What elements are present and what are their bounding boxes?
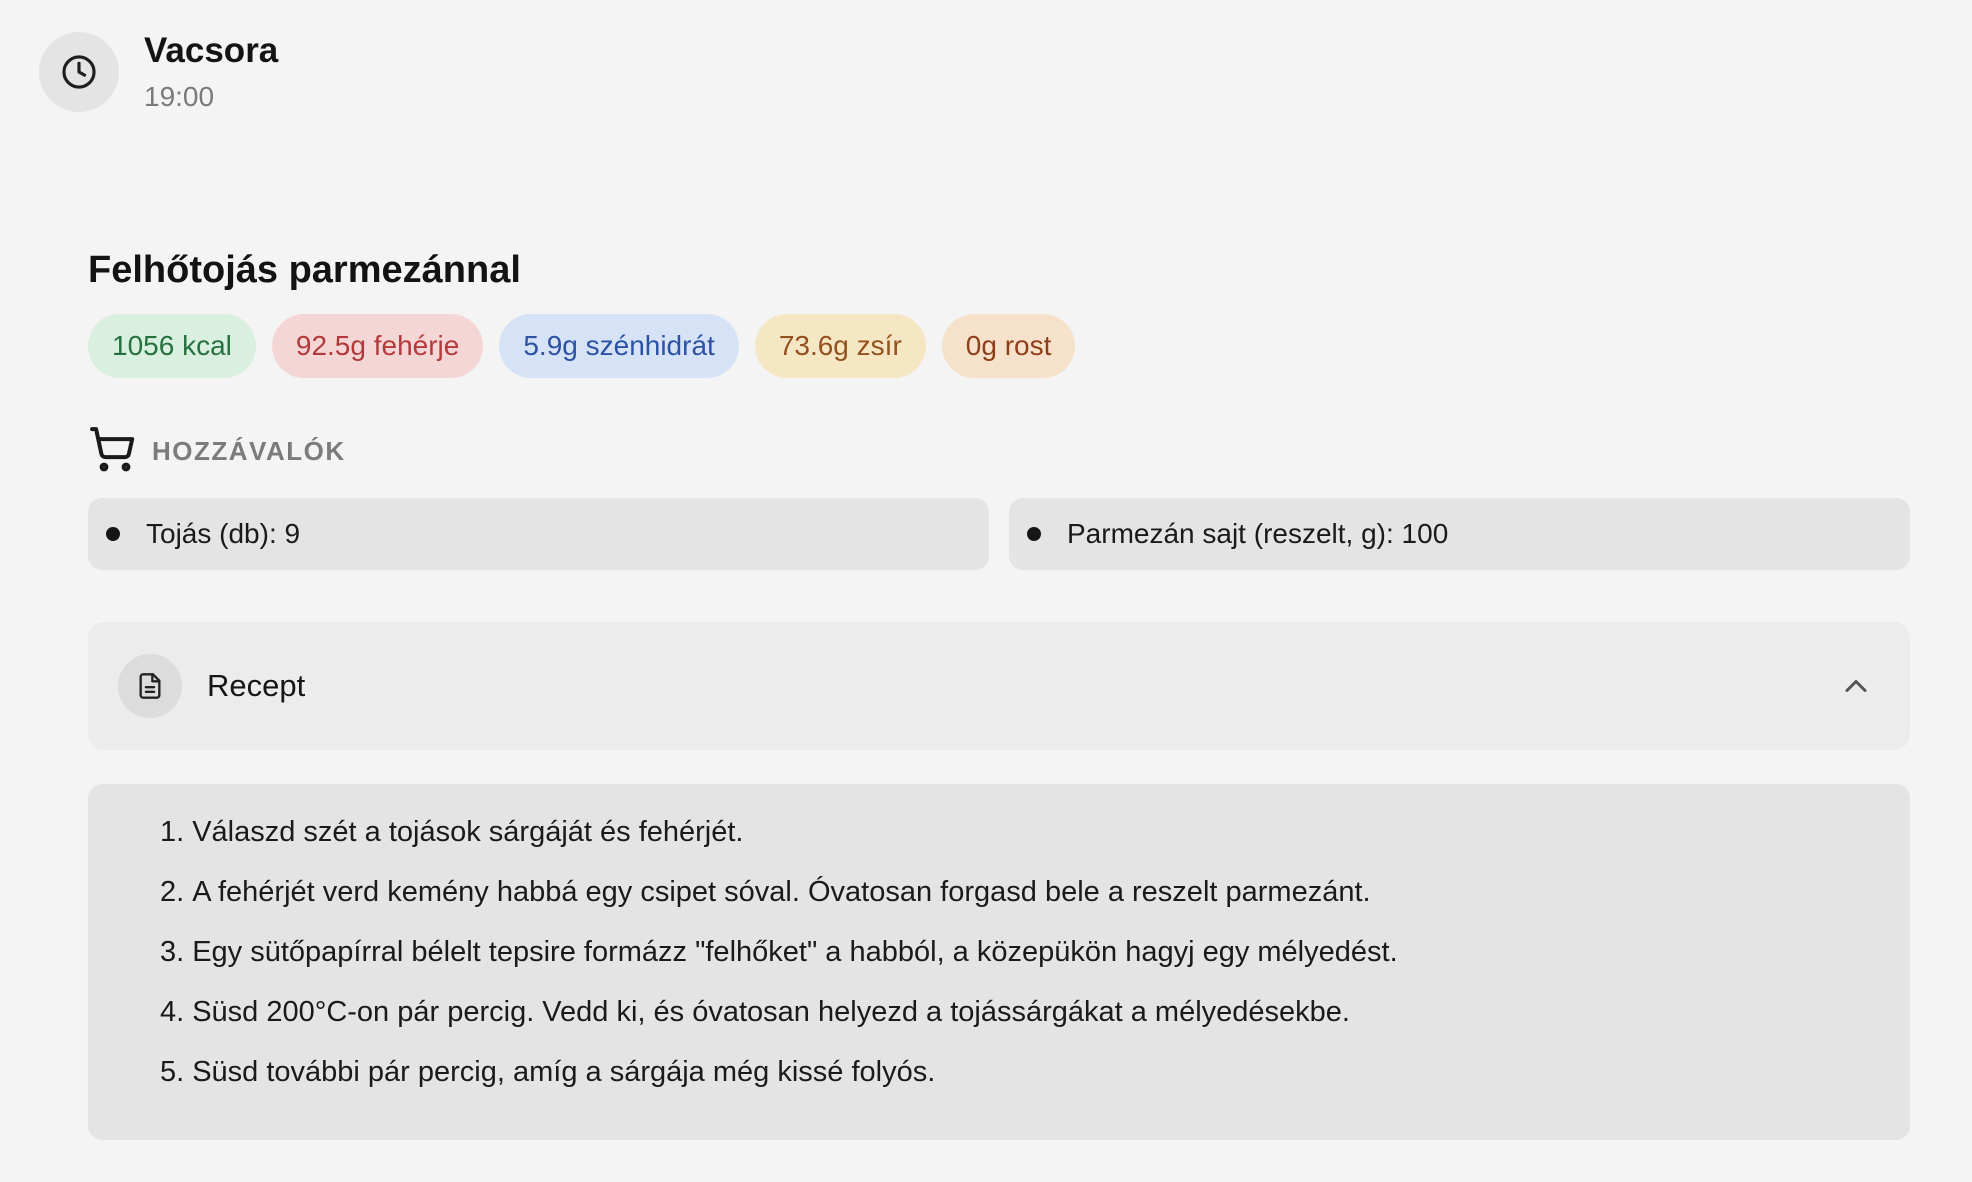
meal-header: Vacsora 19:00 <box>39 30 278 114</box>
recipe-title: Felhőtojás parmezánnal <box>88 249 521 291</box>
clock-icon <box>39 32 119 112</box>
recipe-steps: 1. Válaszd szét a tojások sárgáját és feh… <box>160 812 1910 1092</box>
step-number: 2. <box>160 876 185 908</box>
step-number: 3. <box>160 936 185 968</box>
document-icon <box>118 654 182 718</box>
recipe-step: 3. Egy sütőpapírral bélelt tepsire formáz… <box>160 932 1910 972</box>
step-number: 5. <box>160 1056 185 1088</box>
ingredient-text: Tojás (db): 9 <box>146 518 301 549</box>
recipe-step: 2. A fehérjét verd kemény habbá egy csipe… <box>160 872 1910 912</box>
carbs-badge: 5.9g szénhidrát <box>499 314 739 378</box>
ingredient-text: Parmezán sajt (reszelt, g): 100 <box>1067 518 1449 549</box>
nutrition-pills: 1056 kcal 92.5g fehérje 5.9g szénhidrát … <box>88 314 1076 378</box>
fat-badge: 73.6g zsír <box>754 314 926 378</box>
meal-title: Vacsora <box>144 31 279 70</box>
bullet-icon <box>106 527 120 541</box>
recipe-accordion-toggle[interactable]: Recept <box>88 622 1910 750</box>
step-text: Süsd további pár percig, amíg a sárgája … <box>192 1056 936 1088</box>
ingredients-heading: HOZZÁVALÓK <box>88 426 346 476</box>
shopping-cart-icon <box>88 425 136 478</box>
step-number: 4. <box>160 996 185 1028</box>
meal-time: 19:00 <box>144 81 215 112</box>
calories-badge: 1056 kcal <box>88 314 256 378</box>
step-number: 1. <box>160 816 185 848</box>
meal-heading: Vacsora 19:00 <box>144 30 278 114</box>
recipe-step: 5. Süsd további pár percig, amíg a sárgáj… <box>160 1052 1910 1092</box>
ingredients-label: HOZZÁVALÓK <box>152 435 346 466</box>
chevron-up-icon[interactable] <box>1832 662 1880 710</box>
bullet-icon <box>1027 527 1041 541</box>
recipe-card: Felhőtojás parmezánnal 1056 kcal 92.5g f… <box>39 172 1959 1182</box>
step-text: A fehérjét verd kemény habbá egy csipet … <box>192 876 1371 908</box>
ingredients-list: Tojás (db): 9 Parmezán sajt (reszelt, g)… <box>88 498 1910 570</box>
step-text: Válaszd szét a tojások sárgáját és fehér… <box>192 816 744 848</box>
protein-badge: 92.5g fehérje <box>271 314 484 378</box>
fiber-badge: 0g rost <box>941 314 1076 378</box>
recipe-steps-panel: 1. Válaszd szét a tojások sárgáját és feh… <box>88 784 1910 1140</box>
ingredient-item: Parmezán sajt (reszelt, g): 100 <box>1009 498 1910 570</box>
recipe-step: 4. Süsd 200°C-on pár percig. Vedd ki, és … <box>160 992 1910 1032</box>
accordion-title: Recept <box>207 668 306 703</box>
recipe-step: 1. Válaszd szét a tojások sárgáját és feh… <box>160 812 1910 852</box>
step-text: Süsd 200°C-on pár percig. Vedd ki, és óv… <box>192 996 1350 1028</box>
step-text: Egy sütőpapírral bélelt tepsire formázz … <box>192 936 1398 968</box>
ingredient-item: Tojás (db): 9 <box>88 498 989 570</box>
